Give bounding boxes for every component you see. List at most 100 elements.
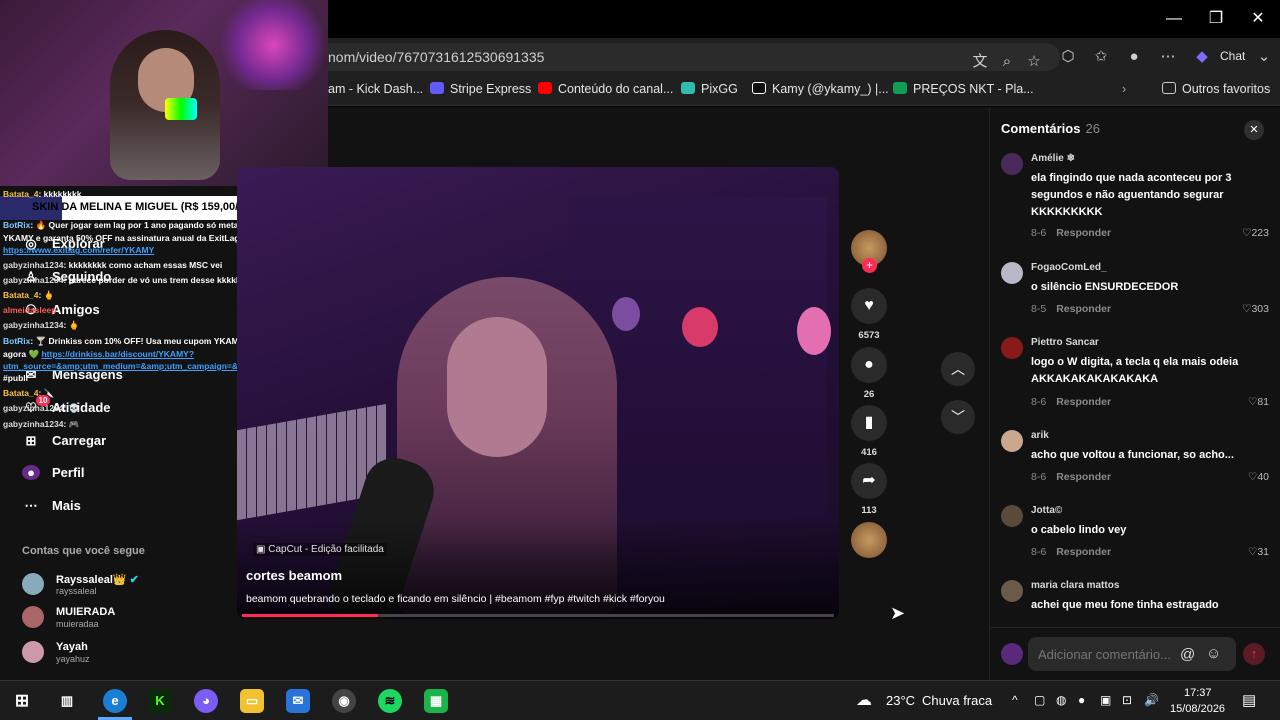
avatar[interactable] xyxy=(1001,262,1023,284)
comment-username[interactable]: Piettro Sancar xyxy=(1031,337,1099,348)
video-description: beamom quebrando o teclado e ficando em … xyxy=(246,593,665,605)
maximize-button[interactable]: ❐ xyxy=(1202,6,1230,32)
comment-like-button[interactable]: ♡40 xyxy=(1248,471,1269,483)
capcut-tag[interactable]: ▣ CapCut - Edição facilitada xyxy=(253,543,387,556)
video-author[interactable]: cortes beamom xyxy=(246,568,342,583)
comment-text: logo o W digita, a tecla q ela mais odei… xyxy=(1031,356,1239,385)
copilot-icon[interactable]: ◆ xyxy=(1192,47,1212,67)
comment-username[interactable]: FogaoComLed_ xyxy=(1031,262,1107,273)
reply-button[interactable]: Responder xyxy=(1056,471,1111,483)
microphone-icon[interactable]: ● xyxy=(1078,693,1085,707)
show-hidden-icons-icon[interactable]: ^ xyxy=(1012,693,1018,707)
spotify-icon[interactable]: ≋ xyxy=(378,689,402,713)
video-player[interactable]: ▣ CapCut - Edição facilitada cortes beam… xyxy=(237,167,839,619)
favorite-star-icon[interactable]: ☆ xyxy=(1024,52,1044,72)
creator-avatar[interactable]: + xyxy=(851,230,887,273)
extension-icon[interactable]: ⬡ xyxy=(1058,47,1078,67)
profile-avatar-icon[interactable]: ● xyxy=(1124,47,1144,67)
avatar[interactable] xyxy=(1001,580,1023,602)
share-button[interactable]: ➦ 113 xyxy=(851,463,887,516)
weather-cloud-icon[interactable]: ☁ xyxy=(856,690,872,710)
close-comments-button[interactable]: ✕ xyxy=(1244,120,1264,140)
reply-button[interactable]: Responder xyxy=(1056,546,1111,558)
minimize-button[interactable]: — xyxy=(1160,6,1188,32)
pixgg-icon xyxy=(681,82,695,94)
comment-like-button[interactable]: ♡303 xyxy=(1242,303,1269,315)
weather-description[interactable]: Chuva fraca xyxy=(922,693,992,708)
clock-date[interactable]: 15/08/2026 xyxy=(1170,703,1225,715)
task-view-icon[interactable]: ▥ xyxy=(55,689,79,713)
send-arrow-icon[interactable]: ↑ xyxy=(1243,643,1265,665)
volume-icon[interactable]: 🔊 xyxy=(1144,693,1159,707)
tray-app-icon[interactable]: ◍ xyxy=(1056,693,1066,707)
mention-icon[interactable]: @ xyxy=(1180,646,1195,663)
reply-button[interactable]: Responder xyxy=(1056,303,1111,315)
folder-icon xyxy=(1162,82,1176,94)
comment-like-button[interactable]: ♡81 xyxy=(1248,396,1269,408)
comment-username[interactable]: maria clara mattos xyxy=(1031,580,1119,591)
comment-button[interactable]: ● 26 xyxy=(851,347,887,400)
reply-button[interactable]: Responder xyxy=(1056,227,1111,239)
comment-like-button[interactable]: ♡31 xyxy=(1248,546,1269,558)
close-window-button[interactable]: ✕ xyxy=(1244,6,1272,32)
tray-app-icon[interactable]: ▣ xyxy=(1100,693,1111,707)
obs-icon[interactable]: ◉ xyxy=(332,689,356,713)
avatar[interactable] xyxy=(1001,505,1023,527)
comment-like-button[interactable]: ♡223 xyxy=(1242,227,1269,239)
file-explorer-icon[interactable]: ▭ xyxy=(240,689,264,713)
emoji-icon[interactable]: ☺ xyxy=(1206,645,1221,662)
comment-username[interactable]: Amélie ❄ xyxy=(1031,153,1075,164)
bookmark-kick[interactable]: am - Kick Dash... xyxy=(328,82,423,96)
bookmark-stripe[interactable]: Stripe Express xyxy=(430,82,531,96)
comment-icon: ● xyxy=(851,347,887,383)
follow-plus-icon[interactable]: + xyxy=(862,258,877,273)
chat-button[interactable]: Chat xyxy=(1220,49,1245,63)
next-video-button[interactable]: ﹀ xyxy=(941,400,975,434)
outlook-icon[interactable]: ✉ xyxy=(286,689,310,713)
address-bar[interactable]: nom/video/7670731612530691335 文 ⌕ ☆ xyxy=(300,43,1060,71)
sound-avatar[interactable] xyxy=(851,522,887,558)
bookmark-sheets[interactable]: PREÇOS NKT - Pla... xyxy=(893,82,1034,96)
network-icon[interactable]: ⊡ xyxy=(1122,693,1132,707)
avatar[interactable] xyxy=(1001,153,1023,175)
kick-app-icon[interactable]: K xyxy=(148,689,172,713)
reply-button[interactable]: Responder xyxy=(1056,396,1111,408)
chat-message: gabyzinha1234: parece porder de vó uns t… xyxy=(3,275,241,285)
clock-time[interactable]: 17:37 xyxy=(1184,687,1212,699)
bookmark-tiktok[interactable]: Kamy (@ykamy_) |... xyxy=(752,82,889,96)
more-options-icon[interactable]: ⋯ xyxy=(1158,47,1178,67)
chat-message: Batata_4: 🖕 xyxy=(3,290,55,300)
chevron-down-icon[interactable]: ⌄ xyxy=(1254,47,1274,67)
like-button[interactable]: ♥ 6573 xyxy=(851,288,887,341)
translate-icon[interactable]: 文 xyxy=(970,52,990,72)
url-text[interactable]: nom/video/7670731612530691335 xyxy=(328,49,544,65)
windows-start-icon[interactable]: ⊞ xyxy=(10,689,34,713)
sidebar-item-profile[interactable]: ● Perfil xyxy=(22,465,85,480)
comments-panel: Comentários 26 ✕ Amélie ❄ ela fingindo qu… xyxy=(989,107,1280,680)
previous-video-button[interactable]: ︿ xyxy=(941,352,975,386)
save-button[interactable]: ▮ 416 xyxy=(851,405,887,458)
chat-link[interactable]: https://www.exitlag.com/refer/YKAMY xyxy=(3,245,154,255)
weather-temperature[interactable]: 23°C xyxy=(886,693,915,708)
other-favorites[interactable]: Outros favoritos xyxy=(1162,82,1270,96)
bookmark-pixgg[interactable]: PixGG xyxy=(681,82,738,96)
favorites-icon[interactable]: ✩ xyxy=(1091,47,1111,67)
sidebar-item-upload[interactable]: ⊞ Carregar xyxy=(22,433,107,449)
discord-icon[interactable]: ◕ xyxy=(194,689,218,713)
tray-app-icon[interactable]: ▢ xyxy=(1034,693,1045,707)
windows-taskbar: ⊞ ▥ e K ◕ ▭ ✉ ◉ ≋ ▦ ☁ 23°C Chuva fraca ^… xyxy=(0,680,1280,720)
notifications-icon[interactable]: ▤ xyxy=(1242,691,1256,709)
edge-browser-icon[interactable]: e xyxy=(103,689,127,713)
comment-username[interactable]: Jotta© xyxy=(1031,505,1062,516)
zoom-icon[interactable]: ⌕ xyxy=(997,52,1017,72)
account-name: Yayah xyxy=(56,641,88,653)
comment-username[interactable]: arik xyxy=(1031,430,1049,441)
sheets-app-icon[interactable]: ▦ xyxy=(424,689,448,713)
avatar[interactable] xyxy=(1001,430,1023,452)
video-progress[interactable] xyxy=(242,614,834,617)
bookmark-youtube[interactable]: Conteúdo do canal... xyxy=(538,82,673,96)
avatar[interactable] xyxy=(1001,337,1023,359)
sidebar-item-more[interactable]: ⋯ Mais xyxy=(22,498,81,514)
comment-input[interactable] xyxy=(1028,637,1236,671)
bookmarks-chevron-icon[interactable]: › xyxy=(1122,82,1126,96)
